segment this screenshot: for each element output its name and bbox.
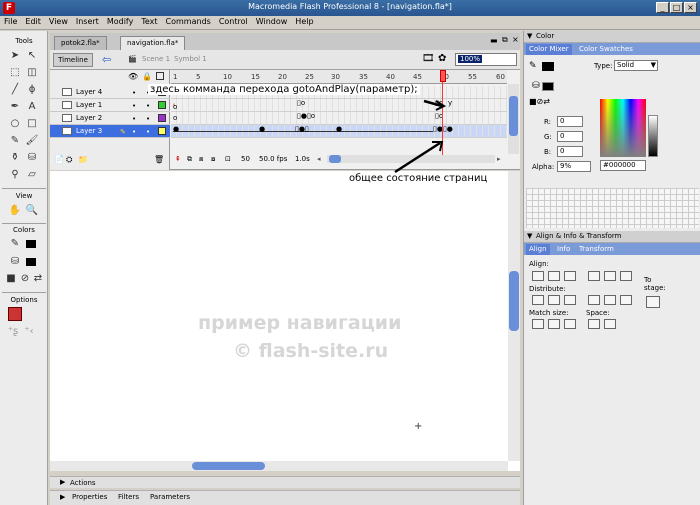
expand-icon: ▶ xyxy=(60,493,66,501)
distribute-right-icon[interactable] xyxy=(620,295,632,305)
type-label: Type: xyxy=(594,62,613,70)
red-label: R: xyxy=(544,118,552,126)
collapse-icon: ▼ xyxy=(527,232,533,240)
fill-type-select[interactable]: Solid ▼ xyxy=(614,60,658,71)
green-input[interactable]: 0 xyxy=(557,131,583,142)
align-top-icon[interactable] xyxy=(588,271,600,281)
to-stage-toggle-icon[interactable] xyxy=(646,296,660,308)
properties-panel-header[interactable]: ▶ Properties Filters Parameters xyxy=(50,490,520,505)
stroke-swatch[interactable] xyxy=(542,62,554,71)
match-size-label: Match size: xyxy=(529,309,569,317)
tab-transform[interactable]: Transform xyxy=(576,244,617,255)
tab-parameters[interactable]: Parameters xyxy=(150,493,190,501)
tab-info[interactable]: Info xyxy=(554,244,574,255)
brightness-slider[interactable] xyxy=(648,115,658,157)
right-panels: ▼ Color Color Mixer Color Swatches ✎ Typ… xyxy=(523,31,700,505)
distribute-top-icon[interactable] xyxy=(532,295,544,305)
match-both-icon[interactable] xyxy=(564,319,576,329)
default-colors-icon[interactable]: ■⊘⇄ xyxy=(529,97,550,106)
align-right-icon[interactable] xyxy=(564,271,576,281)
hex-input[interactable]: #000000 xyxy=(600,160,646,171)
space-horizontal-icon[interactable] xyxy=(604,319,616,329)
blue-input[interactable]: 0 xyxy=(557,146,583,157)
color-spectrum[interactable] xyxy=(600,99,646,157)
align-left-icon[interactable] xyxy=(532,271,544,281)
alpha-label: Alpha: xyxy=(532,163,555,171)
align-panel-header[interactable]: ▼ Align & Info & Transform xyxy=(524,231,700,243)
red-input[interactable]: 0 xyxy=(557,116,583,127)
distribute-hcenter-icon[interactable] xyxy=(604,295,616,305)
blue-label: B: xyxy=(544,148,552,156)
align-panel-title: Align & Info & Transform xyxy=(536,232,622,240)
fill-swatch[interactable] xyxy=(542,82,554,91)
tab-filters[interactable]: Filters xyxy=(118,493,139,501)
color-panel-title: Color xyxy=(536,32,555,40)
match-height-icon[interactable] xyxy=(548,319,560,329)
color-panel-header[interactable]: ▼ Color xyxy=(524,31,700,43)
align-label: Align: xyxy=(529,260,549,268)
distribute-bottom-icon[interactable] xyxy=(564,295,576,305)
tab-properties[interactable]: Properties xyxy=(72,493,107,501)
distribute-left-icon[interactable] xyxy=(588,295,600,305)
space-label: Space: xyxy=(586,309,610,317)
distribute-label: Distribute: xyxy=(529,285,566,293)
fill-bucket-icon[interactable]: ⛁ xyxy=(532,81,540,91)
distribute-vcenter-icon[interactable] xyxy=(548,295,560,305)
color-preview-grid xyxy=(526,188,699,228)
tab-color-swatches[interactable]: Color Swatches xyxy=(576,44,636,55)
match-width-icon[interactable] xyxy=(532,319,544,329)
tab-align[interactable]: Align xyxy=(526,244,550,255)
actions-panel-header[interactable]: ▶ Actions xyxy=(50,476,520,488)
align-hcenter-icon[interactable] xyxy=(548,271,560,281)
collapse-icon: ▼ xyxy=(527,32,533,40)
expand-icon: ▶ xyxy=(60,478,66,486)
to-stage-label: To stage: xyxy=(644,276,666,292)
stroke-pencil-icon[interactable]: ✎ xyxy=(529,61,537,71)
actions-label: Actions xyxy=(70,479,96,487)
tab-color-mixer[interactable]: Color Mixer xyxy=(526,44,572,55)
align-vcenter-icon[interactable] xyxy=(604,271,616,281)
align-bottom-icon[interactable] xyxy=(620,271,632,281)
alpha-input[interactable]: 9% xyxy=(557,161,591,172)
space-vertical-icon[interactable] xyxy=(588,319,600,329)
green-label: G: xyxy=(544,133,552,141)
